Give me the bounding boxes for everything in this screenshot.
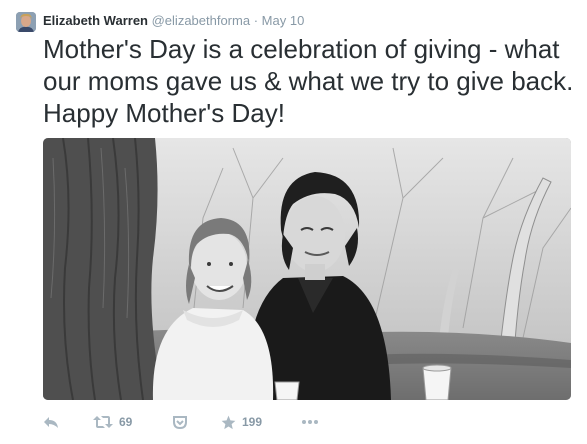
reply-button[interactable] xyxy=(43,415,93,429)
pocket-icon xyxy=(173,416,187,429)
avatar-image xyxy=(16,12,36,32)
favorite-button[interactable]: 199 xyxy=(221,415,301,430)
header-separator: · xyxy=(253,13,259,28)
tweet-photo[interactable] xyxy=(43,138,571,400)
more-icon xyxy=(302,420,318,424)
pocket-button[interactable] xyxy=(173,415,221,429)
tweet-header: Elizabeth Warren @elizabethforma · May 1… xyxy=(43,12,304,30)
tweet: Elizabeth Warren @elizabethforma · May 1… xyxy=(0,0,587,444)
reply-icon xyxy=(44,417,58,428)
more-button[interactable] xyxy=(301,419,319,425)
tweet-text: Mother's Day is a celebration of giving … xyxy=(43,34,574,128)
author-name[interactable]: Elizabeth Warren xyxy=(43,13,148,28)
star-icon xyxy=(221,415,236,429)
retweet-icon xyxy=(93,416,113,428)
retweet-button[interactable]: 69 xyxy=(93,415,173,429)
tweet-date[interactable]: May 10 xyxy=(262,13,305,28)
author-handle[interactable]: @elizabethforma xyxy=(152,13,250,28)
favorite-count: 199 xyxy=(242,415,263,429)
tweet-actions: 69 199 xyxy=(43,412,319,432)
photo-image xyxy=(43,138,571,400)
retweet-count: 69 xyxy=(119,415,133,429)
avatar[interactable] xyxy=(16,12,36,32)
